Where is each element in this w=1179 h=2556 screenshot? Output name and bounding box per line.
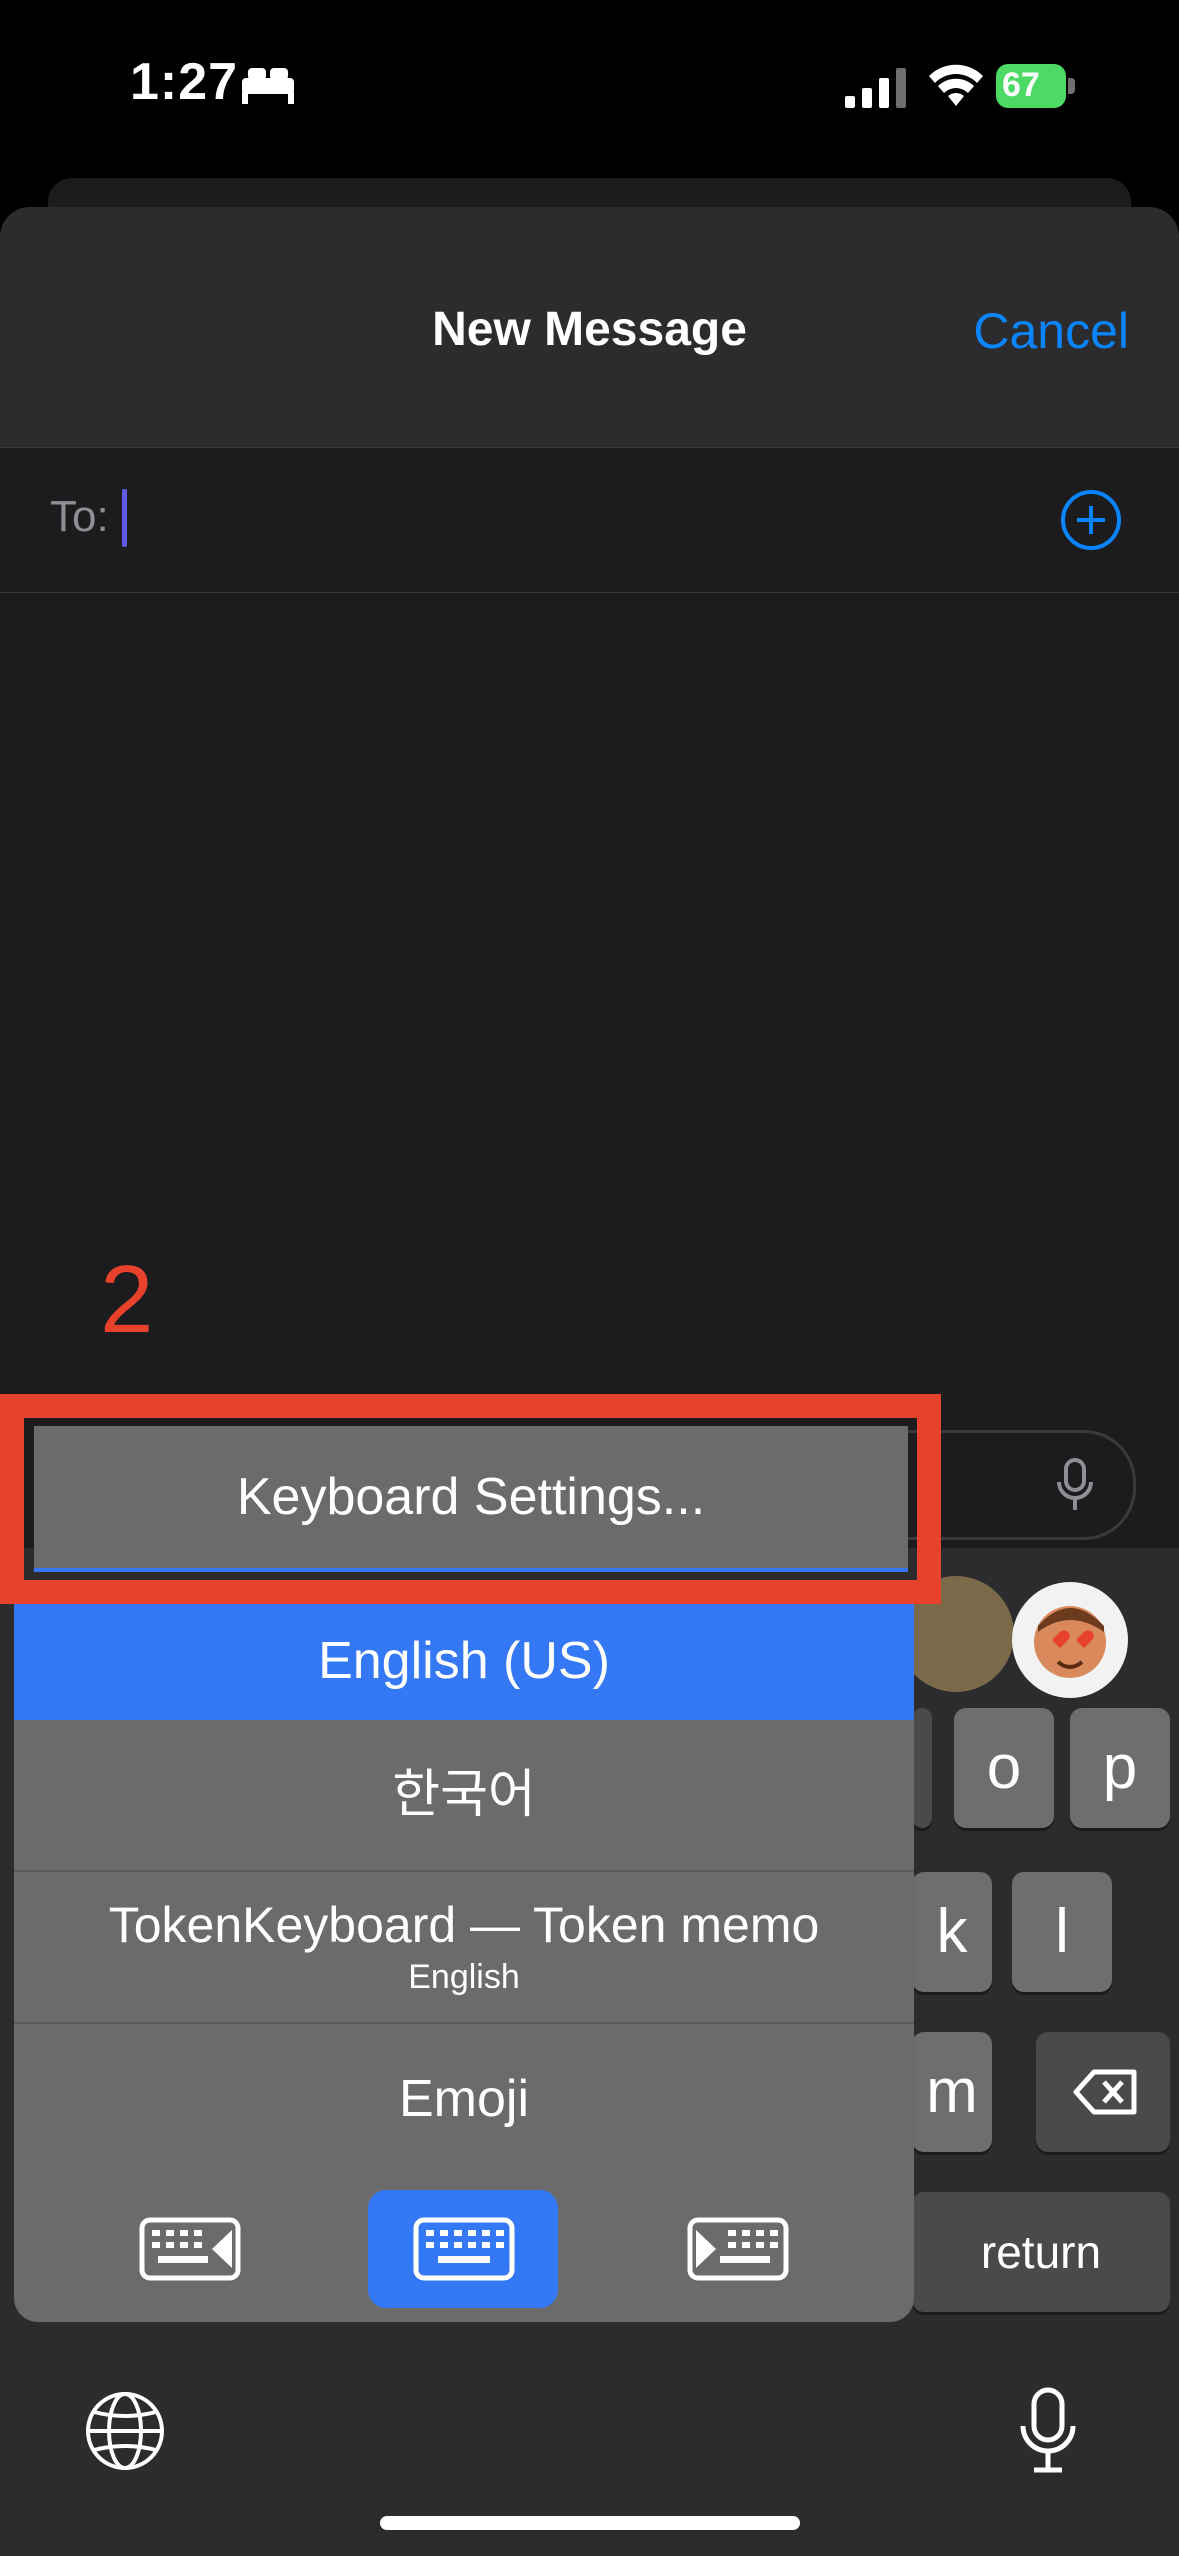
key-m[interactable]: m: [912, 2032, 992, 2152]
text-cursor[interactable]: [122, 489, 127, 547]
key-p[interactable]: p: [1070, 1708, 1170, 1828]
heart-eyes-memoji-icon: [1034, 1606, 1106, 1678]
wifi-icon: [929, 64, 983, 106]
status-time: 1:27: [130, 53, 239, 111]
cancel-button[interactable]: Cancel: [973, 302, 1129, 360]
globe-icon[interactable]: [84, 2390, 166, 2472]
return-key[interactable]: return: [912, 2192, 1170, 2312]
delete-backspace-icon: [1073, 2069, 1137, 2115]
memoji-sticker[interactable]: [1012, 1582, 1128, 1698]
to-divider: [0, 592, 1179, 593]
highlight-box: [0, 1394, 941, 1604]
add-contact-icon[interactable]: [1060, 489, 1122, 551]
tokenkeyboard-label: TokenKeyboard — Token memo: [108, 1897, 820, 1953]
key-o[interactable]: o: [954, 1708, 1054, 1828]
cellular-signal-icon: [845, 68, 906, 108]
keyboard-center-button[interactable]: [368, 2190, 558, 2308]
menu-item-korean[interactable]: 한국어: [14, 1720, 914, 1870]
keyboard-left-icon: [139, 2217, 241, 2281]
home-indicator[interactable]: [380, 2516, 800, 2530]
keyboard-right-button[interactable]: [644, 2190, 834, 2308]
keyboard-left-button[interactable]: [94, 2190, 284, 2308]
dictation-mic-icon[interactable]: [1055, 1458, 1095, 1512]
sleep-bed-icon: [242, 68, 294, 104]
menu-item-emoji[interactable]: Emoji: [14, 2024, 914, 2174]
step-number: 2: [100, 1246, 154, 1353]
menu-item-tokenkeyboard[interactable]: TokenKeyboard — Token memo English: [14, 1872, 914, 2022]
to-label: To:: [50, 492, 109, 541]
battery-level: 67: [1002, 66, 1040, 104]
key-k[interactable]: k: [912, 1872, 992, 1992]
header-divider: [0, 447, 1179, 448]
keyboard-switcher-menu: English (US) 한국어 TokenKeyboard — Token m…: [14, 1602, 914, 2322]
battery-icon: 67: [996, 64, 1078, 108]
tokenkeyboard-sublabel: English: [408, 1958, 520, 1996]
key-partial[interactable]: [912, 1708, 932, 1828]
keyboard-full-icon: [413, 2217, 515, 2281]
key-l[interactable]: l: [1012, 1872, 1112, 1992]
delete-key[interactable]: [1036, 2032, 1170, 2152]
menu-item-english-us[interactable]: English (US): [14, 1602, 914, 1720]
keyboard-right-icon: [687, 2217, 789, 2281]
microphone-icon[interactable]: [1018, 2386, 1078, 2476]
